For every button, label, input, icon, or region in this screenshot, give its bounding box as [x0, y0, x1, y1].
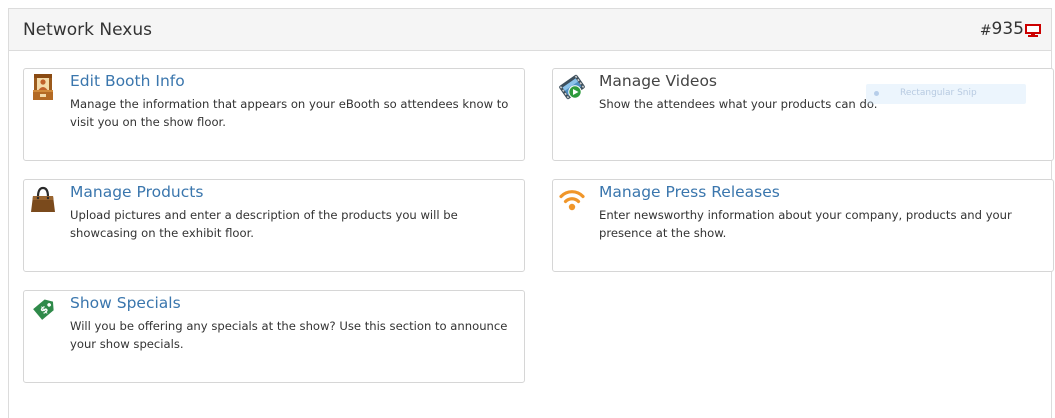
booth-icon	[33, 74, 53, 100]
rss-icon	[559, 190, 585, 211]
show-specials-description: Will you be offering any specials at the…	[70, 319, 508, 351]
booth-hash: #	[979, 22, 992, 39]
edit-booth-info-description: Manage the information that appears on y…	[70, 97, 509, 129]
shopping-bag-icon	[31, 186, 55, 212]
manage-videos-link[interactable]: Manage Videos	[599, 72, 717, 90]
booth-table-icon	[1025, 23, 1041, 37]
manage-press-releases-description: Enter newsworthy information about your …	[599, 208, 1012, 240]
show-specials-card[interactable]: $ Show Specials Will you be offering any…	[23, 290, 525, 383]
price-tag-icon: $	[33, 299, 54, 320]
snip-overlay: Rectangular Snip	[866, 84, 1026, 104]
edit-booth-info-card[interactable]: Edit Booth Info Manage the information t…	[23, 68, 525, 161]
edit-booth-info-link[interactable]: Edit Booth Info	[70, 72, 185, 90]
video-icon	[559, 74, 585, 100]
snip-overlay-label: Rectangular Snip	[900, 88, 977, 98]
manage-products-description: Upload pictures and enter a description …	[70, 208, 458, 240]
manage-products-link[interactable]: Manage Products	[70, 183, 203, 201]
manage-videos-card[interactable]: Manage Videos Show the attendees what yo…	[552, 68, 1054, 161]
booth-number-value: 935	[991, 19, 1024, 39]
show-specials-link[interactable]: Show Specials	[70, 294, 181, 312]
manage-press-releases-link[interactable]: Manage Press Releases	[599, 183, 780, 201]
snip-dot-icon	[874, 91, 879, 96]
panel-header: Network Nexus # 935	[9, 9, 1051, 51]
manage-products-card[interactable]: Manage Products Upload pictures and ente…	[23, 179, 525, 272]
booth-number: # 935	[980, 19, 1041, 39]
page-title: Network Nexus	[23, 20, 152, 40]
manage-press-releases-card[interactable]: Manage Press Releases Enter newsworthy i…	[552, 179, 1054, 272]
